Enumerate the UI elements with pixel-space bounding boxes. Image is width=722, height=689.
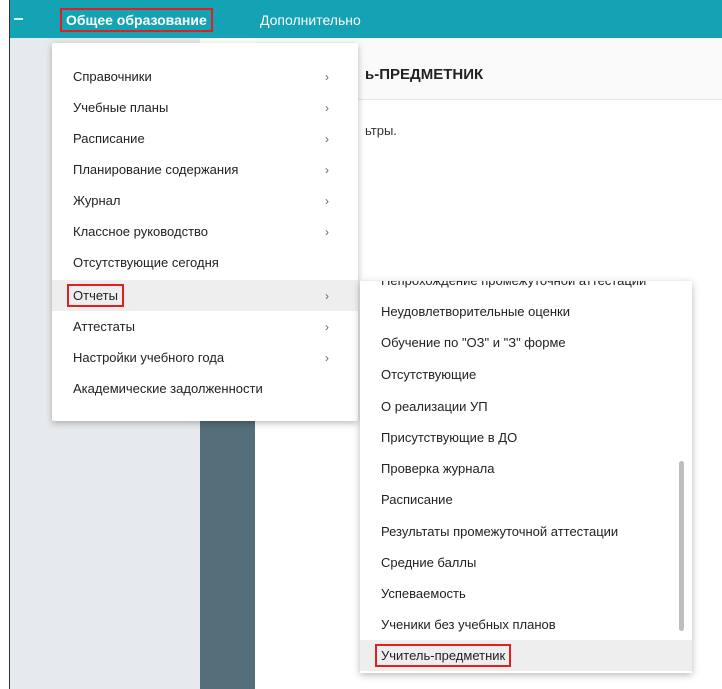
chevron-right-icon: ›	[325, 194, 329, 208]
menu-item-curricula[interactable]: Учебные планы ›	[52, 92, 358, 123]
sidebar-dark-strip	[200, 420, 255, 689]
submenu-item-absent[interactable]: Отсутствующие	[360, 359, 692, 390]
submenu-item-unsatisfactory-grades[interactable]: Неудовлетворительные оценки	[360, 296, 692, 327]
menu-toggle-icon[interactable]	[14, 18, 23, 20]
page-title: ь-ПРЕДМЕТНИК	[365, 66, 484, 83]
submenu-item-average-scores[interactable]: Средние баллы	[360, 547, 692, 578]
submenu-item-journal-check[interactable]: Проверка журнала	[360, 453, 692, 484]
chevron-right-icon: ›	[325, 101, 329, 115]
submenu-item-schedule[interactable]: Расписание	[360, 484, 692, 515]
menu-item-directories[interactable]: Справочники ›	[52, 61, 358, 92]
submenu-scrollbar[interactable]	[679, 461, 684, 631]
chevron-right-icon: ›	[325, 70, 329, 84]
chevron-right-icon: ›	[325, 320, 329, 334]
chevron-right-icon: ›	[325, 225, 329, 239]
menu-item-class-guidance[interactable]: Классное руководство ›	[52, 216, 358, 247]
nav-general-education[interactable]: Общее образование	[60, 8, 213, 32]
chevron-right-icon: ›	[325, 289, 329, 303]
reports-submenu: Непрохождение промежуточной аттестации Н…	[360, 281, 692, 673]
submenu-item-students-without-plans[interactable]: Ученики без учебных планов	[360, 609, 692, 640]
menu-item-absent-today[interactable]: Отсутствующие сегодня	[52, 247, 358, 278]
menu-item-content-planning[interactable]: Планирование содержания ›	[52, 154, 358, 185]
menu-item-academic-debts[interactable]: Академические задолженности	[52, 373, 358, 404]
nav-additional[interactable]: Дополнительно	[257, 8, 364, 32]
top-navigation-bar: Общее образование Дополнительно	[10, 0, 722, 38]
submenu-item-present-do[interactable]: Присутствующие в ДО	[360, 422, 692, 453]
page-subtitle: ьтры.	[365, 123, 397, 138]
submenu-item-subject-teacher[interactable]: Учитель-предметник	[360, 640, 692, 671]
submenu-item-oz-z-form[interactable]: Обучение по "ОЗ" и "З" форме	[360, 327, 692, 358]
menu-item-school-year-settings[interactable]: Настройки учебного года ›	[52, 342, 358, 373]
menu-item-reports[interactable]: Отчеты ›	[52, 280, 358, 311]
menu-item-certificates[interactable]: Аттестаты ›	[52, 311, 358, 342]
general-education-dropdown: Справочники › Учебные планы › Расписание › …	[52, 43, 358, 421]
menu-item-journal[interactable]: Журнал ›	[52, 185, 358, 216]
chevron-right-icon: ›	[325, 163, 329, 177]
submenu-item-up-implementation[interactable]: О реализации УП	[360, 391, 692, 422]
submenu-item-performance[interactable]: Успеваемость	[360, 578, 692, 609]
chevron-right-icon: ›	[325, 132, 329, 146]
submenu-item-attestation-results[interactable]: Результаты промежуточной аттестации	[360, 516, 692, 547]
chevron-right-icon: ›	[325, 351, 329, 365]
menu-item-schedule[interactable]: Расписание ›	[52, 123, 358, 154]
